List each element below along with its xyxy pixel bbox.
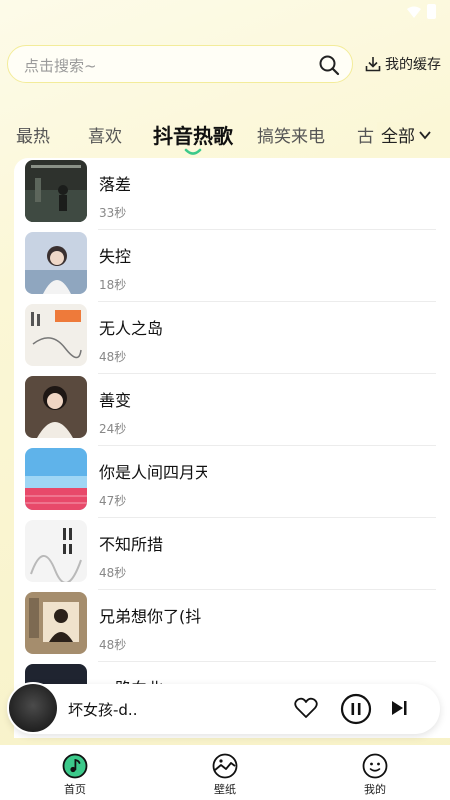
my-cache-label: 我的缓存 <box>385 57 441 73</box>
song-duration: 33秒 <box>99 206 127 220</box>
list-item[interactable]: 不知所措 48秒 <box>14 518 450 590</box>
now-playing-title: 坏女孩-d.. <box>68 701 138 719</box>
status-bar <box>0 0 450 26</box>
mini-player[interactable]: 坏女孩-d.. <box>7 682 440 734</box>
list-item[interactable]: 兄弟想你了(抖 48秒 <box>14 590 450 662</box>
song-duration: 48秒 <box>99 566 127 580</box>
album-cover <box>25 592 87 654</box>
song-duration: 18秒 <box>99 278 127 292</box>
song-title: 失控 <box>99 247 132 266</box>
smiley-icon <box>362 753 388 779</box>
wifi-icon <box>407 6 421 18</box>
nav-profile[interactable]: 我的 <box>345 753 405 797</box>
pause-icon[interactable] <box>340 693 372 725</box>
wallpaper-icon <box>212 753 238 779</box>
song-title: 落差 <box>99 175 132 194</box>
list-item[interactable]: 善变 24秒 <box>14 374 450 446</box>
search-icon[interactable] <box>318 54 340 76</box>
album-cover <box>25 448 87 510</box>
battery-icon <box>427 4 436 19</box>
all-categories-dropdown[interactable]: 全部 <box>377 122 432 147</box>
tab-favorites[interactable]: 喜欢 <box>88 122 122 147</box>
album-cover <box>25 160 87 222</box>
song-duration: 24秒 <box>99 422 127 436</box>
search-placeholder: 点击搜索~ <box>24 57 97 75</box>
song-list: 落差 33秒 失控 18秒 无人之岛 48秒 善变 24秒 你是人间四月天 47… <box>14 158 450 738</box>
bottom-nav: 首页 壁纸 我的 <box>0 745 450 800</box>
song-duration: 48秒 <box>99 638 127 652</box>
heart-icon[interactable] <box>294 697 318 719</box>
song-title: 不知所措 <box>99 535 164 554</box>
album-cover <box>25 232 87 294</box>
all-categories-label: 全部 <box>381 127 415 147</box>
nav-home[interactable]: 首页 <box>45 753 105 797</box>
list-item[interactable]: 你是人间四月天 47秒 <box>14 446 450 518</box>
tab-hottest[interactable]: 最热 <box>16 122 50 147</box>
nav-profile-label: 我的 <box>364 783 386 796</box>
list-item[interactable]: 无人之岛 48秒 <box>14 302 450 374</box>
nav-wallpaper-label: 壁纸 <box>214 783 236 796</box>
now-playing-cover[interactable] <box>7 682 59 734</box>
album-cover <box>25 304 87 366</box>
search-row: 点击搜索~ 我的缓存 <box>7 45 443 85</box>
music-note-icon <box>62 753 88 779</box>
my-cache-button[interactable]: 我的缓存 <box>365 54 441 74</box>
list-item[interactable]: 落差 33秒 <box>14 158 450 230</box>
tab-classical[interactable]: 古 <box>357 122 374 147</box>
chevron-down-icon <box>419 130 431 139</box>
nav-home-label: 首页 <box>64 783 86 796</box>
song-duration: 47秒 <box>99 494 127 508</box>
download-icon <box>365 57 381 72</box>
active-tab-indicator <box>184 148 202 155</box>
song-title: 你是人间四月天 <box>99 463 207 482</box>
album-cover <box>25 376 87 438</box>
category-tabs: 最热 喜欢 抖音热歌 搞笑来电 古 全部 <box>0 118 450 158</box>
skip-next-icon[interactable] <box>390 699 408 717</box>
album-cover <box>25 520 87 582</box>
song-duration: 48秒 <box>99 350 127 364</box>
nav-wallpaper[interactable]: 壁纸 <box>195 753 255 797</box>
song-title: 善变 <box>99 391 132 410</box>
status-icons <box>407 4 436 19</box>
song-title: 兄弟想你了(抖 <box>99 607 202 626</box>
list-item[interactable]: 失控 18秒 <box>14 230 450 302</box>
song-title: 无人之岛 <box>99 319 164 338</box>
search-input[interactable]: 点击搜索~ <box>7 45 353 83</box>
tab-funny-ringtones[interactable]: 搞笑来电 <box>257 122 325 147</box>
tab-douyin-hits[interactable]: 抖音热歌 <box>153 120 233 149</box>
